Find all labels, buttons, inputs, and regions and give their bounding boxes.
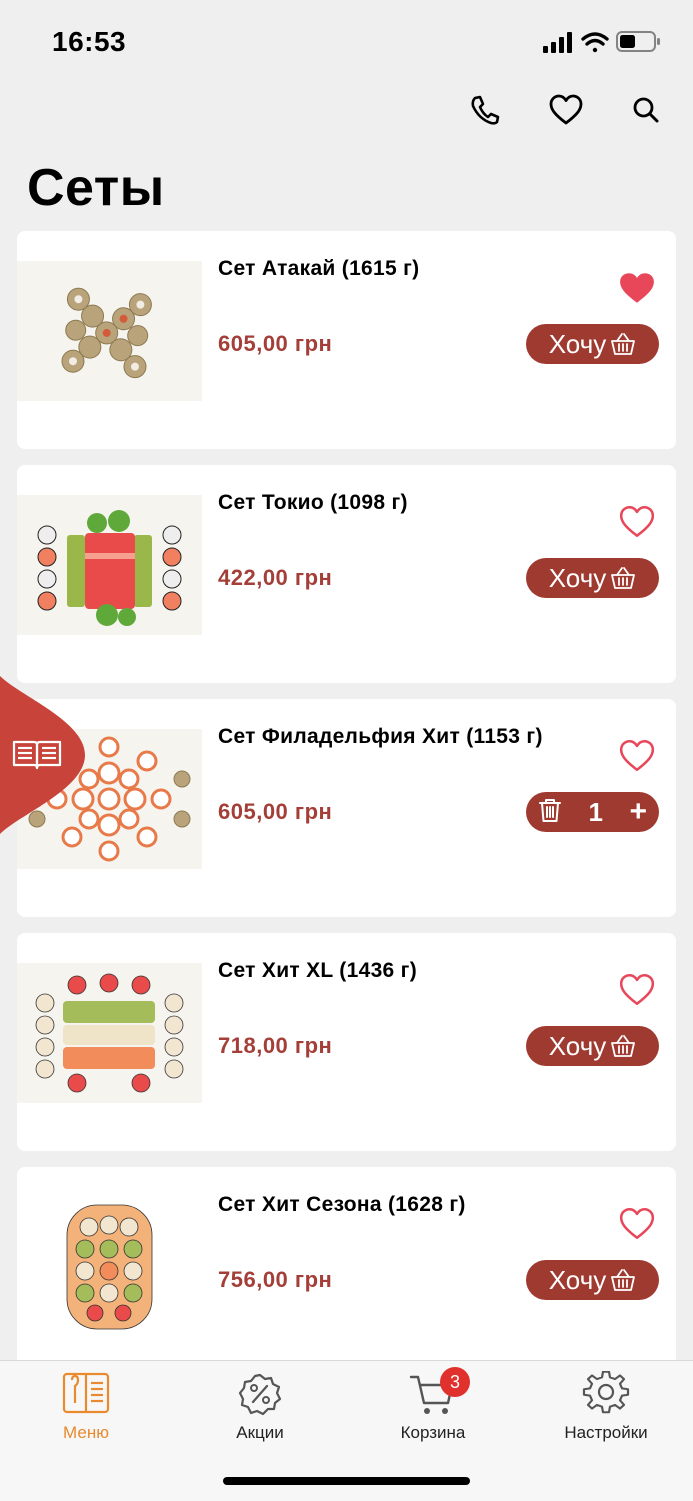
status-icons <box>543 31 660 53</box>
favorite-outline-icon[interactable] <box>618 1207 656 1243</box>
basket-icon <box>611 333 636 355</box>
tab-cart[interactable]: 3 Корзина <box>363 1367 503 1451</box>
product-card[interactable]: Сет Филадельфия Хит (1153 г) 605,00 грн … <box>17 699 676 917</box>
trash-icon[interactable] <box>538 797 562 828</box>
basket-icon <box>611 1035 636 1057</box>
favorite-filled-icon[interactable] <box>618 271 656 307</box>
want-button-label: Хочу <box>548 562 607 593</box>
product-card[interactable]: Сет Атакай (1615 г) 605,00 грн Хочу <box>17 231 676 449</box>
phone-icon[interactable] <box>465 88 505 132</box>
tab-label: Настройки <box>564 1423 648 1442</box>
status-bar: 16:53 <box>0 0 693 80</box>
home-indicator[interactable] <box>223 1477 470 1485</box>
product-image <box>17 261 202 401</box>
tab-menu[interactable]: Меню <box>16 1371 156 1451</box>
tab-label: Корзина <box>400 1423 466 1442</box>
product-title[interactable]: Сет Филадельфия Хит (1153 г) <box>218 725 543 749</box>
product-title[interactable]: Сет Хит Сезона (1628 г) <box>218 1193 466 1217</box>
product-title[interactable]: Сет Атакай (1615 г) <box>218 257 419 281</box>
favorite-outline-icon[interactable] <box>618 739 656 775</box>
product-price: 605,00 грн <box>218 799 333 824</box>
basket-icon <box>611 567 636 589</box>
favorite-outline-icon[interactable] <box>618 505 656 541</box>
want-button[interactable]: Хочу <box>526 1260 659 1300</box>
product-title[interactable]: Сет Хит XL (1436 г) <box>218 959 417 983</box>
want-button[interactable]: Хочу <box>526 1026 659 1066</box>
basket-icon <box>611 1269 636 1291</box>
gear-icon <box>581 1370 631 1417</box>
tab-settings[interactable]: Настройки <box>536 1370 676 1451</box>
signal-icon <box>543 32 572 53</box>
product-card[interactable]: Сет Хит XL (1436 г) 718,00 грн Хочу <box>17 933 676 1151</box>
product-image <box>17 1197 202 1337</box>
product-price: 605,00 грн <box>218 331 333 356</box>
tab-label: Меню <box>63 1423 109 1442</box>
search-icon[interactable] <box>626 88 666 132</box>
product-price: 756,00 грн <box>218 1267 333 1292</box>
cart-badge: 3 <box>440 1367 470 1397</box>
plus-icon[interactable]: + <box>629 797 647 827</box>
product-card[interactable]: Сет Хит Сезона (1628 г) 756,00 грн Хочу <box>17 1167 676 1385</box>
want-button[interactable]: Хочу <box>526 324 659 364</box>
product-image <box>17 963 202 1103</box>
want-button-label: Хочу <box>548 1264 607 1295</box>
status-time: 16:53 <box>52 26 127 57</box>
product-price: 718,00 грн <box>218 1033 333 1058</box>
product-list: Сет Атакай (1615 г) 605,00 грн Хочу Сет … <box>17 231 676 1401</box>
page-title: Сеты <box>27 159 165 217</box>
discount-icon <box>235 1371 285 1417</box>
battery-icon <box>616 31 660 52</box>
product-price: 422,00 грн <box>218 565 333 590</box>
want-button[interactable]: Хочу <box>526 558 659 598</box>
menu-book-icon <box>61 1371 111 1417</box>
product-image <box>17 495 202 635</box>
tab-label: Акции <box>236 1423 284 1442</box>
quantity-stepper[interactable]: 1 + <box>526 792 659 832</box>
wifi-icon <box>581 32 609 53</box>
quantity-value: 1 <box>588 796 603 827</box>
product-card[interactable]: Сет Токио (1098 г) 422,00 грн Хочу <box>17 465 676 683</box>
want-button-label: Хочу <box>548 328 607 359</box>
favorite-outline-icon[interactable] <box>618 973 656 1009</box>
want-button-label: Хочу <box>548 1030 607 1061</box>
side-menu-tab[interactable] <box>0 676 90 834</box>
product-title[interactable]: Сет Токио (1098 г) <box>218 491 408 515</box>
cart-icon: 3 <box>408 1367 470 1417</box>
heart-icon[interactable] <box>546 88 586 132</box>
tab-promotions[interactable]: Акции <box>190 1371 330 1451</box>
header-actions <box>0 88 693 132</box>
